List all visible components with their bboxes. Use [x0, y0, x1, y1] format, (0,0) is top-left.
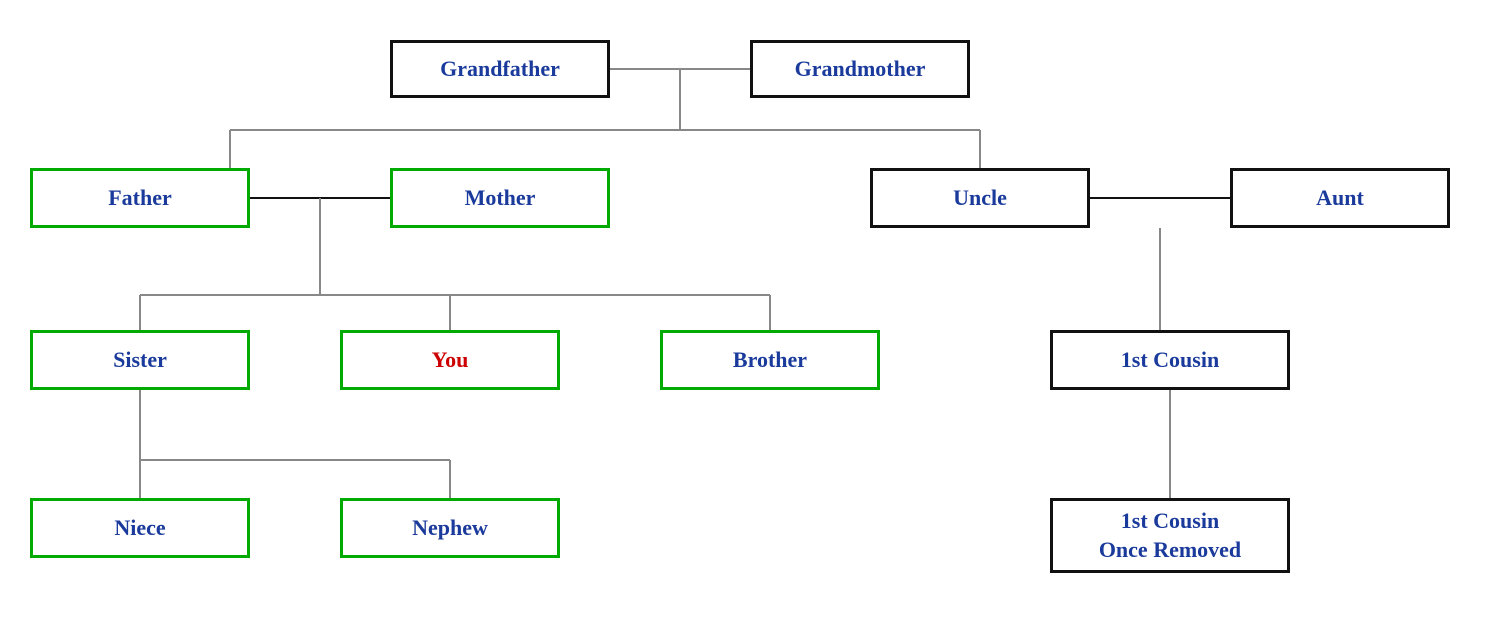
you-node: You [340, 330, 560, 390]
uncle-node: Uncle [870, 168, 1090, 228]
family-tree: Grandfather Grandmother Father Mother Un… [0, 0, 1500, 634]
grandfather-node: Grandfather [390, 40, 610, 98]
brother-node: Brother [660, 330, 880, 390]
brother-label: Brother [733, 347, 807, 373]
nephew-node: Nephew [340, 498, 560, 558]
first-cousin-once-removed-label: 1st CousinOnce Removed [1099, 507, 1241, 564]
niece-node: Niece [30, 498, 250, 558]
grandmother-node: Grandmother [750, 40, 970, 98]
sister-label: Sister [113, 347, 167, 373]
grandfather-label: Grandfather [440, 56, 560, 82]
niece-label: Niece [114, 515, 165, 541]
first-cousin-node: 1st Cousin [1050, 330, 1290, 390]
mother-label: Mother [465, 185, 536, 211]
father-node: Father [30, 168, 250, 228]
aunt-label: Aunt [1316, 185, 1364, 211]
uncle-label: Uncle [953, 185, 1007, 211]
father-label: Father [108, 185, 172, 211]
first-cousin-label: 1st Cousin [1121, 347, 1219, 373]
grandmother-label: Grandmother [795, 56, 926, 82]
you-label: You [432, 347, 469, 373]
mother-node: Mother [390, 168, 610, 228]
first-cousin-once-removed-node: 1st CousinOnce Removed [1050, 498, 1290, 573]
sister-node: Sister [30, 330, 250, 390]
nephew-label: Nephew [412, 515, 488, 541]
aunt-node: Aunt [1230, 168, 1450, 228]
